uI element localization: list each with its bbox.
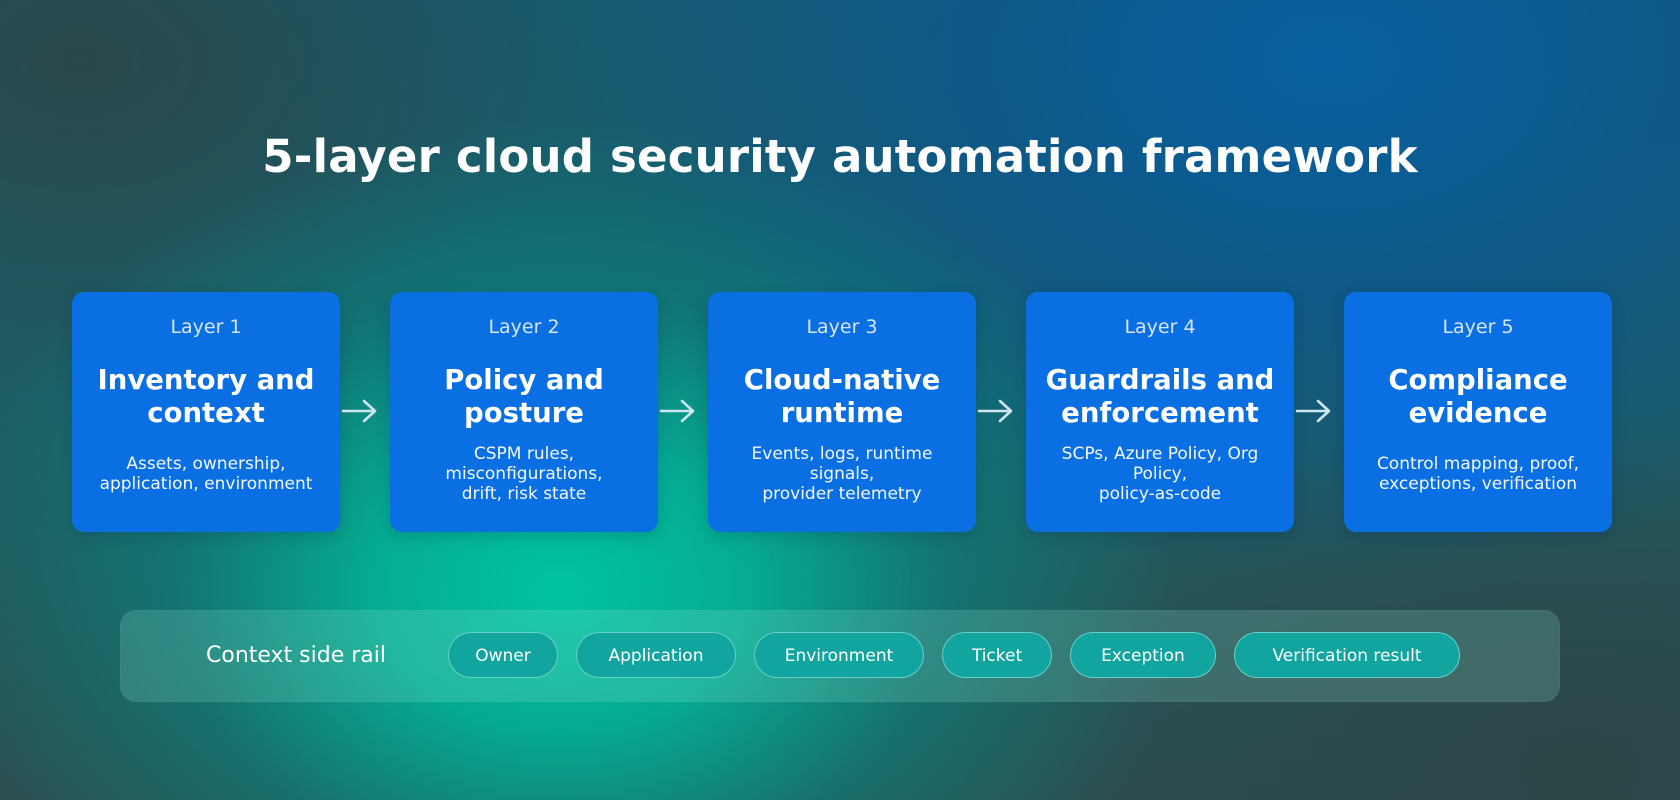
layer-number: Layer 2 <box>488 316 560 338</box>
layer-card-3: Layer 3 Cloud-native runtime Events, log… <box>708 292 976 532</box>
layer-description: Events, logs, runtime signals, provider … <box>751 444 933 504</box>
layer-title: Compliance evidence <box>1388 364 1568 429</box>
layer-title: Guardrails and enforcement <box>1045 364 1275 429</box>
layer-description: CSPM rules, misconfigurations, drift, ri… <box>445 444 603 504</box>
layer-description: Assets, ownership, application, environm… <box>99 454 313 494</box>
layer-card-1: Layer 1 Inventory and context Assets, ow… <box>72 292 340 532</box>
rail-label: Context side rail <box>206 643 386 668</box>
chip-owner[interactable]: Owner <box>448 632 558 678</box>
arrow-right-icon <box>340 396 380 426</box>
layer-card-4: Layer 4 Guardrails and enforcement SCPs,… <box>1026 292 1294 532</box>
layer-flow: Layer 1 Inventory and context Assets, ow… <box>72 292 1612 532</box>
layer-number: Layer 1 <box>170 316 242 338</box>
layer-number: Layer 4 <box>1124 316 1196 338</box>
layer-description: Control mapping, proof, exceptions, veri… <box>1376 454 1580 494</box>
context-side-rail: Context side rail Owner Application Envi… <box>120 610 1560 702</box>
chip-exception[interactable]: Exception <box>1070 632 1216 678</box>
layer-title: Inventory and context <box>97 364 315 429</box>
layer-card-5: Layer 5 Compliance evidence Control mapp… <box>1344 292 1612 532</box>
chip-ticket[interactable]: Ticket <box>942 632 1052 678</box>
chip-application[interactable]: Application <box>576 632 736 678</box>
layer-title: Policy and posture <box>444 364 604 429</box>
layer-description: SCPs, Azure Policy, Org Policy, policy-a… <box>1061 444 1259 504</box>
chip-environment[interactable]: Environment <box>754 632 924 678</box>
chip-verification-result[interactable]: Verification result <box>1234 632 1460 678</box>
layer-title: Cloud-native runtime <box>743 364 941 429</box>
layer-number: Layer 5 <box>1442 316 1514 338</box>
layer-card-2: Layer 2 Policy and posture CSPM rules, m… <box>390 292 658 532</box>
arrow-right-icon <box>1294 396 1334 426</box>
page-title: 5-layer cloud security automation framew… <box>262 130 1418 183</box>
arrow-right-icon <box>976 396 1016 426</box>
arrow-right-icon <box>658 396 698 426</box>
layer-number: Layer 3 <box>806 316 878 338</box>
